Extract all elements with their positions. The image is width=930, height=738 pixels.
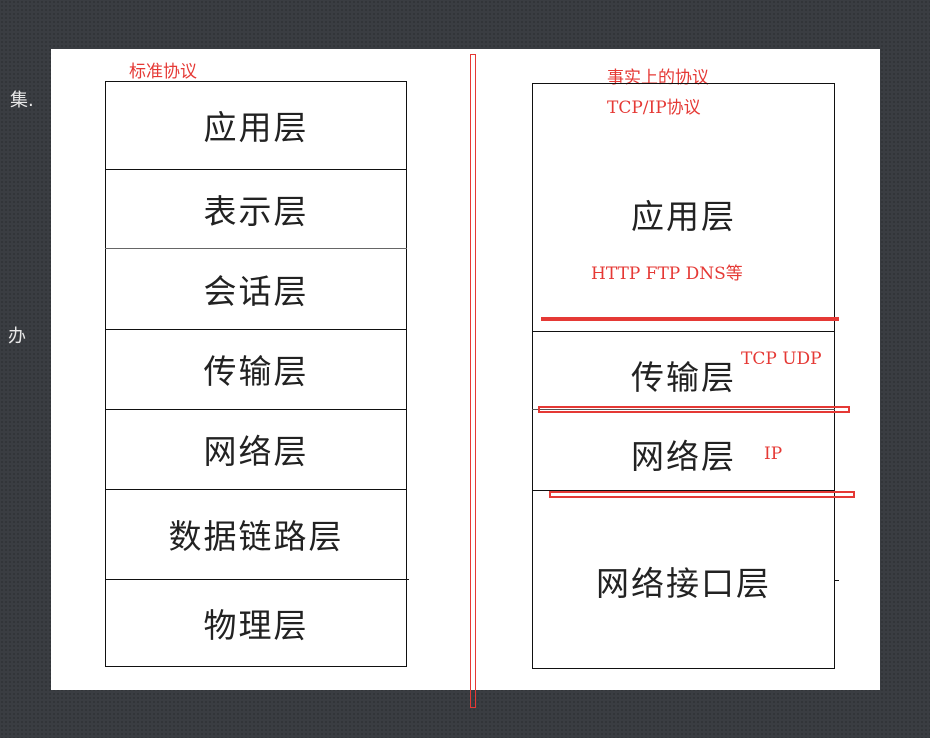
osi-layer-physical: 物理层 — [203, 606, 309, 645]
red-separator-application — [541, 317, 839, 321]
tcpip-separator — [532, 331, 835, 332]
left-stack-title: 标准协议 — [129, 62, 197, 82]
transport-protocols-annotation: TCP UDP — [741, 349, 822, 369]
tcpip-tick — [835, 580, 839, 581]
red-separator-network — [549, 491, 855, 498]
tcpip-layer-application: 应用层 — [631, 197, 736, 236]
tcpip-layer-network-interface: 网络接口层 — [596, 564, 771, 603]
osi-layer-session: 会话层 — [203, 271, 309, 311]
osi-layer-data-link: 数据链路层 — [168, 517, 344, 556]
application-protocols-annotation: HTTP FTP DNS等 — [591, 264, 743, 284]
background-text-fragment-1: 集. — [10, 90, 34, 111]
red-separator-transport — [538, 406, 850, 413]
osi-layer-network: 网络层 — [203, 432, 309, 471]
osi-layer-transport: 传输层 — [203, 352, 309, 391]
network-protocols-annotation: IP — [764, 444, 783, 464]
tcpip-layer-network: 网络层 — [631, 437, 736, 476]
protocol-comparison-diagram: 标准协议 应用层 表示层 会话层 传输层 网络层 数据链路层 物理层 事实上的协… — [51, 49, 880, 708]
osi-layer-application: 应用层 — [203, 108, 309, 147]
background-text-fragment-2: 办 — [8, 326, 26, 347]
red-divider-line — [470, 54, 476, 708]
osi-layer-presentation: 表示层 — [203, 191, 309, 231]
